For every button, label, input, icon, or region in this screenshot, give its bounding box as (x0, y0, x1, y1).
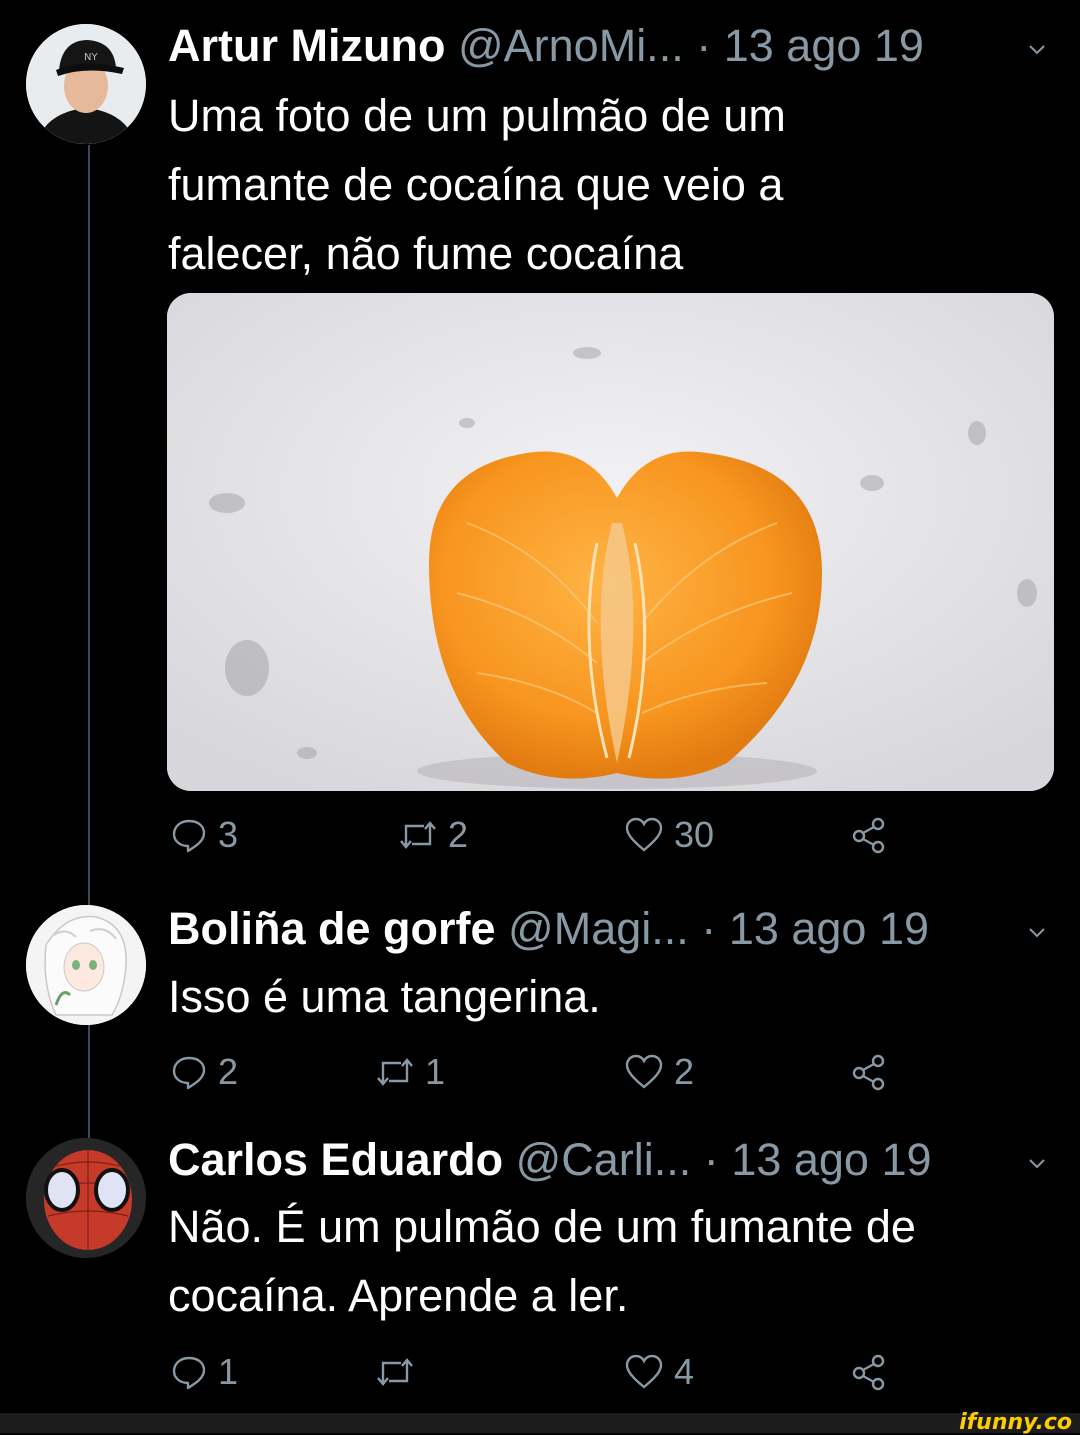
chevron-down-icon[interactable] (1026, 1152, 1048, 1174)
tweet-header: Artur Mizuno @ArnoMi... · 13 ago 19 (168, 20, 924, 72)
chevron-down-icon[interactable] (1026, 921, 1048, 943)
author-handle[interactable]: @Carli... (516, 1134, 692, 1185)
share-icon (852, 1354, 885, 1391)
tweet-header: Carlos Eduardo @Carli... · 13 ago 19 (168, 1134, 932, 1186)
reply-button[interactable]: 2 (170, 1051, 239, 1092)
tweet-actions: 2 1 2 (170, 1051, 890, 1092)
like-button[interactable]: 30 (624, 814, 715, 855)
like-count: 2 (674, 1051, 695, 1092)
share-button[interactable] (850, 1052, 888, 1092)
author-name[interactable]: Carlos Eduardo (168, 1134, 503, 1185)
retweet-button[interactable]: 1 (375, 1051, 446, 1092)
reply-button[interactable]: 1 (170, 1351, 239, 1392)
ifunny-watermark: ifunny.co (959, 1410, 1072, 1435)
retweet-button[interactable] (375, 1352, 425, 1392)
like-count: 30 (674, 814, 715, 855)
tweet-actions: 1 4 (170, 1351, 890, 1392)
reply-count: 2 (218, 1051, 239, 1092)
tweet-actions: 3 2 30 (170, 814, 890, 855)
tweet-text-line: cocaína. Aprende a ler. (168, 1270, 629, 1321)
retweet-count: 2 (448, 814, 469, 855)
separator: · (703, 1134, 719, 1185)
author-handle[interactable]: @Magi... (508, 903, 689, 954)
avatar[interactable] (26, 905, 146, 1025)
reply-button[interactable]: 3 (170, 814, 239, 855)
tweet-text-line: fumante de cocaína que veio a (168, 159, 784, 210)
tweet-date[interactable]: 13 ago 19 (731, 1134, 931, 1185)
tweet-date[interactable]: 13 ago 19 (729, 903, 929, 954)
tweet-date[interactable]: 13 ago 19 (724, 20, 924, 71)
separator: · (701, 903, 717, 954)
share-button[interactable] (850, 1352, 888, 1392)
tweet-text-line: Isso é uma tangerina. (168, 971, 601, 1022)
thread-line (88, 1025, 90, 1140)
svg-text:NY: NY (84, 52, 98, 63)
tweet-text-line: falecer, não fume cocaína (168, 228, 684, 279)
reply-icon (172, 1356, 206, 1390)
share-icon (852, 817, 885, 854)
like-count: 4 (674, 1351, 695, 1392)
share-icon (852, 1054, 885, 1091)
author-name[interactable]: Boliña de gorfe (168, 903, 496, 954)
retweet-button[interactable]: 2 (398, 814, 469, 855)
reply-count: 3 (218, 814, 239, 855)
tweet-text: Uma foto de um pulmão de um fumante de c… (168, 81, 1048, 288)
tweet-text: Não. É um pulmão de um fumante de cocaín… (168, 1192, 1048, 1330)
author-handle[interactable]: @ArnoMi... (458, 20, 684, 71)
retweet-count: 1 (425, 1051, 446, 1092)
heart-icon (625, 817, 663, 852)
thread-line (88, 145, 90, 905)
retweet-icon (377, 1358, 413, 1386)
avatar[interactable] (26, 1138, 146, 1258)
reply-icon (172, 1056, 206, 1090)
tweet-image[interactable] (167, 293, 1054, 791)
avatar[interactable]: NY (26, 24, 146, 144)
like-button[interactable]: 2 (624, 1051, 695, 1092)
like-button[interactable]: 4 (624, 1351, 695, 1392)
author-name[interactable]: Artur Mizuno (168, 20, 445, 71)
retweet-icon (400, 821, 436, 849)
retweet-icon (377, 1058, 413, 1086)
chevron-down-icon[interactable] (1026, 38, 1048, 60)
footer-bar (0, 1413, 1080, 1433)
separator: · (696, 20, 712, 71)
reply-count: 1 (218, 1351, 239, 1392)
tweet-text: Isso é uma tangerina. (168, 962, 1048, 1031)
share-button[interactable] (850, 815, 888, 855)
tweet-header: Boliña de gorfe @Magi... · 13 ago 19 (168, 903, 929, 955)
reply-icon (172, 819, 206, 853)
heart-icon (625, 1054, 663, 1089)
tweet-text-line: Uma foto de um pulmão de um (168, 90, 786, 141)
heart-icon (625, 1354, 663, 1389)
tweet-text-line: Não. É um pulmão de um fumante de (168, 1201, 916, 1252)
